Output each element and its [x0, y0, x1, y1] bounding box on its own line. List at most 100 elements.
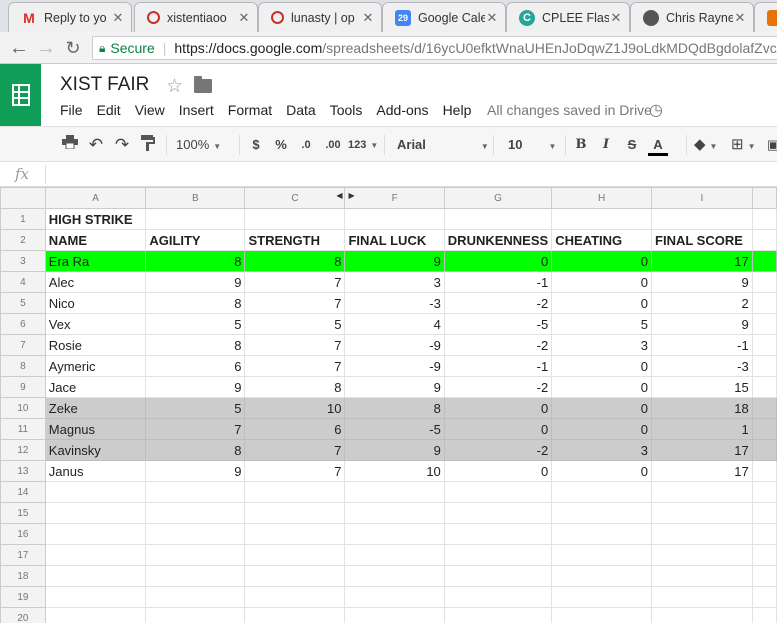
cell[interactable]: Jace	[44, 376, 147, 398]
cell[interactable]: 0	[443, 397, 553, 419]
cell[interactable]	[651, 586, 753, 608]
cell[interactable]	[145, 523, 246, 545]
close-tab-icon[interactable]: ✕	[733, 10, 747, 26]
merge-cells-icon[interactable]: ▣	[767, 135, 777, 155]
cell[interactable]: 0	[443, 418, 553, 440]
cell[interactable]: 2	[651, 292, 753, 314]
column-header[interactable]: ▶ F	[344, 187, 445, 209]
cell[interactable]	[551, 481, 653, 503]
menu-edit[interactable]: Edit	[97, 102, 121, 118]
cell[interactable]: -5	[443, 313, 553, 335]
cell[interactable]: 5	[145, 397, 246, 419]
cell[interactable]: 10	[344, 460, 445, 482]
row-number[interactable]: 4	[0, 271, 46, 293]
cell[interactable]	[751, 313, 777, 335]
cell[interactable]: 6	[244, 418, 346, 440]
row-number[interactable]: 19	[0, 586, 46, 608]
paint-format-icon[interactable]	[138, 135, 158, 155]
cell[interactable]	[751, 418, 777, 440]
cell[interactable]	[751, 565, 777, 587]
cell[interactable]	[443, 502, 553, 524]
cell[interactable]	[443, 208, 553, 230]
cell[interactable]: 9	[651, 271, 753, 293]
cell[interactable]: 18	[651, 397, 753, 419]
history-icon[interactable]: ◷	[649, 100, 663, 120]
italic-button[interactable]: I	[598, 135, 614, 155]
menu-tools[interactable]: Tools	[330, 102, 363, 118]
column-header[interactable]: H	[551, 187, 653, 209]
borders-button[interactable]: ⊞ ▼	[731, 135, 763, 155]
cell[interactable]	[244, 544, 346, 566]
cell[interactable]	[751, 292, 777, 314]
select-all-corner[interactable]	[0, 187, 46, 209]
sheets-logo[interactable]	[0, 64, 41, 126]
cell[interactable]	[651, 565, 753, 587]
cell[interactable]: 17	[651, 439, 753, 461]
cell[interactable]: Magnus	[44, 418, 147, 440]
hidden-columns-left-arrow-icon[interactable]: ◀	[336, 191, 342, 200]
formula-input[interactable]	[52, 166, 772, 184]
cell[interactable]	[751, 481, 777, 503]
percent-format-button[interactable]: %	[273, 135, 289, 155]
cell[interactable]: 9	[344, 376, 445, 398]
cell[interactable]	[551, 565, 653, 587]
increase-decimal-button[interactable]: .00	[322, 135, 344, 155]
cell[interactable]	[651, 544, 753, 566]
url-field[interactable]: 🔒︎ Secure | https://docs.google.com/spre…	[92, 36, 777, 60]
cell[interactable]	[244, 208, 346, 230]
cell[interactable]: 9	[344, 250, 445, 272]
cell[interactable]	[145, 208, 246, 230]
cell[interactable]: -9	[344, 334, 445, 356]
cell[interactable]	[145, 544, 246, 566]
close-tab-icon[interactable]: ✕	[485, 10, 499, 26]
menu-help[interactable]: Help	[443, 102, 472, 118]
row-number[interactable]: 3	[0, 250, 46, 272]
cell[interactable]: 5	[145, 313, 246, 335]
cell[interactable]	[751, 460, 777, 482]
column-header[interactable]	[751, 187, 777, 209]
browser-tab[interactable]: lunasty | op ✕	[258, 2, 382, 32]
cell[interactable]	[344, 481, 445, 503]
strikethrough-button[interactable]: S	[624, 135, 640, 155]
cell[interactable]: Vex	[44, 313, 147, 335]
cell[interactable]	[344, 523, 445, 545]
hidden-columns-right-arrow-icon[interactable]: ▶	[348, 191, 354, 200]
cell[interactable]: 7	[244, 334, 346, 356]
close-tab-icon[interactable]: ✕	[111, 10, 125, 26]
cell[interactable]	[44, 502, 147, 524]
print-icon[interactable]	[60, 135, 80, 155]
row-number[interactable]: 7	[0, 334, 46, 356]
cell[interactable]: Janus	[44, 460, 147, 482]
row-number[interactable]: 14	[0, 481, 46, 503]
browser-tab[interactable]: Chris Rayne ✕	[630, 2, 754, 32]
cell[interactable]: 8	[145, 250, 246, 272]
cell[interactable]	[44, 523, 147, 545]
row-number[interactable]: 15	[0, 502, 46, 524]
row-number[interactable]: 11	[0, 418, 46, 440]
menu-format[interactable]: Format	[228, 102, 272, 118]
cell[interactable]	[145, 586, 246, 608]
cell[interactable]: 9	[651, 313, 753, 335]
cell[interactable]: 0	[551, 271, 653, 293]
cell[interactable]: DRUNKENNESS	[443, 229, 553, 251]
cell[interactable]: 7	[244, 271, 346, 293]
cell[interactable]	[751, 544, 777, 566]
row-number[interactable]: 2	[0, 229, 46, 251]
cell[interactable]	[244, 523, 346, 545]
back-arrow-icon[interactable]: ←	[8, 38, 30, 58]
cell[interactable]: 9	[145, 460, 246, 482]
cell[interactable]	[145, 565, 246, 587]
decrease-decimal-button[interactable]: .0	[297, 135, 315, 155]
cell[interactable]: 5	[551, 313, 653, 335]
browser-tab[interactable]	[754, 2, 777, 32]
cell[interactable]: 8	[244, 376, 346, 398]
cell[interactable]	[244, 586, 346, 608]
cell[interactable]	[751, 586, 777, 608]
more-formats-button[interactable]: 123 ▼	[348, 135, 378, 155]
cell[interactable]: -2	[443, 334, 553, 356]
font-select[interactable]: Arial ▼	[397, 135, 489, 155]
cell[interactable]: -9	[344, 355, 445, 377]
menu-file[interactable]: File	[60, 102, 83, 118]
fill-color-button[interactable]: ◆ ▼	[694, 135, 724, 155]
cell[interactable]: FINAL SCORE	[651, 229, 753, 251]
